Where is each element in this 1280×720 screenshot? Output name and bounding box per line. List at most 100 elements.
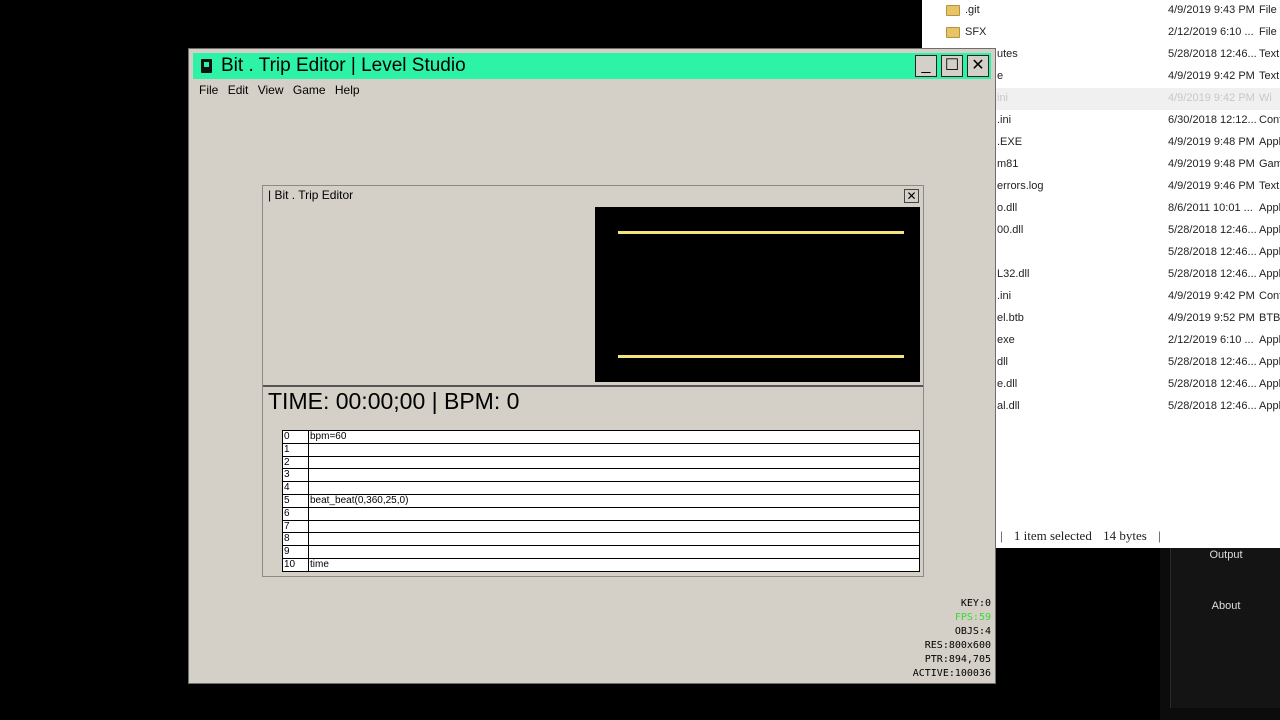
file-date: 4/9/2019 9:42 PM [1168, 70, 1255, 82]
command-row[interactable]: 0 bpm=60 [283, 431, 919, 444]
file-type: Appli [1259, 136, 1280, 148]
side-panel-inner: Output About [1170, 548, 1280, 708]
row-index: 5 [284, 495, 290, 506]
timeline-readout: TIME: 00:00;00 | BPM: 0 [268, 388, 520, 414]
command-row[interactable]: 5 beat_beat(0,360,25,0) [283, 495, 919, 508]
row-index: 2 [284, 456, 290, 468]
file-name: SFX [965, 26, 987, 38]
editor-close-button[interactable]: ✕ [904, 189, 919, 203]
close-button[interactable]: ✕ [967, 55, 989, 77]
file-type: Text [1259, 48, 1280, 60]
file-type: Appli [1259, 246, 1280, 258]
file-type: Confi [1259, 290, 1280, 302]
file-type: Appli [1259, 224, 1280, 236]
row-command[interactable]: time [310, 559, 329, 570]
file-type: File f [1259, 4, 1280, 16]
file-name: e [997, 70, 1004, 82]
file-type: Appli [1259, 378, 1280, 390]
command-row[interactable]: 8 [283, 533, 919, 547]
command-row[interactable]: 10 time [283, 559, 919, 572]
debug-objs: OBJS:4 [954, 626, 991, 637]
menu-bar: File Edit View Game Help [199, 83, 366, 101]
file-type: BTB [1259, 312, 1280, 324]
file-name: L32.dll [997, 268, 1030, 280]
menu-edit[interactable]: Edit [228, 83, 249, 97]
row-index: 1 [284, 443, 290, 455]
editor-title: | Bit . Trip Editor [268, 188, 354, 202]
file-type: Appli [1259, 202, 1280, 214]
command-row[interactable]: 1 [283, 444, 919, 457]
file-date: 4/9/2019 9:52 PM [1168, 312, 1255, 324]
game-preview[interactable] [595, 207, 920, 382]
file-date: 4/9/2019 9:48 PM [1168, 136, 1255, 148]
command-row[interactable]: 3 [283, 469, 919, 483]
file-date: 5/28/2018 12:46... [1168, 400, 1257, 412]
file-name: .git [965, 4, 980, 16]
file-date: 5/28/2018 12:46... [1168, 48, 1257, 60]
file-date: 5/28/2018 12:46... [1168, 224, 1257, 236]
file-type: Appli [1259, 334, 1280, 346]
file-type: File f [1259, 26, 1280, 38]
row-command[interactable]: beat_beat(0,360,25,0) [310, 495, 408, 506]
file-name: 00.dll [997, 224, 1024, 236]
explorer-status-bar: | 1 item selected 14 bytes | [1000, 528, 1161, 543]
file-name: dll [997, 356, 1009, 368]
command-row[interactable]: 9 [283, 546, 919, 559]
menu-view[interactable]: View [258, 83, 284, 97]
file-date: 2/12/2019 6:10 ... [1168, 26, 1254, 38]
file-row[interactable]: .git 4/9/2019 9:43 PM File f [922, 0, 1280, 22]
file-date: 4/9/2019 9:48 PM [1168, 158, 1255, 170]
file-date: 4/9/2019 9:46 PM [1168, 180, 1255, 192]
file-type: Text [1259, 70, 1280, 82]
file-name: .ini [997, 290, 1012, 302]
file-name: errors.log [997, 180, 1044, 192]
file-type: Wi [1259, 92, 1272, 104]
file-name: al.dll [997, 400, 1020, 412]
window-title: Bit . Trip Editor | Level Studio [221, 55, 466, 76]
title-bar[interactable]: Bit . Trip Editor | Level Studio _ ☐ ✕ [193, 53, 991, 79]
bit-trip-editor-panel: | Bit . Trip Editor ✕ TIME: 00:00;00 | B… [262, 185, 924, 577]
file-name: ini [997, 92, 1009, 104]
debug-active: ACTIVE:100036 [912, 668, 991, 679]
file-date: 5/28/2018 12:46... [1168, 378, 1257, 390]
file-name: e.dll [997, 378, 1018, 390]
file-name: m81 [997, 158, 1019, 170]
command-row[interactable]: 2 [283, 457, 919, 470]
about-button[interactable]: About [1171, 600, 1280, 612]
file-name: .ini [997, 114, 1012, 126]
menu-file[interactable]: File [199, 83, 218, 97]
file-date: 5/28/2018 12:46... [1168, 246, 1257, 258]
command-row[interactable]: 7 [283, 521, 919, 534]
file-date: 4/9/2019 9:42 PM [1168, 290, 1255, 302]
selection-status: 1 item selected [1013, 528, 1092, 543]
top-lane-line [618, 231, 904, 234]
debug-key: KEY:0 [960, 598, 991, 609]
file-row[interactable]: SFX 2/12/2019 6:10 ... File f [922, 22, 1280, 44]
file-name: .EXE [997, 136, 1023, 148]
file-date: 2/12/2019 6:10 ... [1168, 334, 1254, 346]
level-studio-window: Bit . Trip Editor | Level Studio _ ☐ ✕ F… [188, 48, 996, 684]
file-name: el.btb [997, 312, 1024, 324]
selection-size: 14 bytes [1103, 528, 1147, 543]
folder-icon [946, 5, 960, 16]
debug-overlay: KEY:0 FPS:59 OBJS:4 RES:800x600 PTR:894,… [913, 597, 991, 681]
output-button[interactable]: Output [1171, 549, 1280, 561]
row-command[interactable]: bpm=60 [310, 431, 346, 442]
command-row[interactable]: 6 [283, 508, 919, 521]
file-date: 5/28/2018 12:46... [1168, 356, 1257, 368]
file-type: Appli [1259, 356, 1280, 368]
menu-help[interactable]: Help [335, 83, 360, 97]
row-index: 6 [284, 507, 290, 519]
file-type: Appli [1259, 400, 1280, 412]
command-row[interactable]: 4 [283, 482, 919, 495]
row-index: 3 [284, 469, 290, 481]
maximize-button[interactable]: ☐ [941, 55, 963, 77]
debug-fps: FPS:59 [954, 612, 991, 623]
minimize-button[interactable]: _ [915, 55, 937, 77]
command-grid[interactable]: 0 bpm=60 1 2 3 4 5 beat_beat(0,360,25,0) 6 7 8 9 10 t… [282, 430, 920, 572]
folder-icon [946, 27, 960, 38]
file-type: Confi [1259, 114, 1280, 126]
menu-game[interactable]: Game [293, 83, 326, 97]
file-date: 4/9/2019 9:43 PM [1168, 4, 1255, 16]
row-index: 8 [284, 533, 290, 545]
